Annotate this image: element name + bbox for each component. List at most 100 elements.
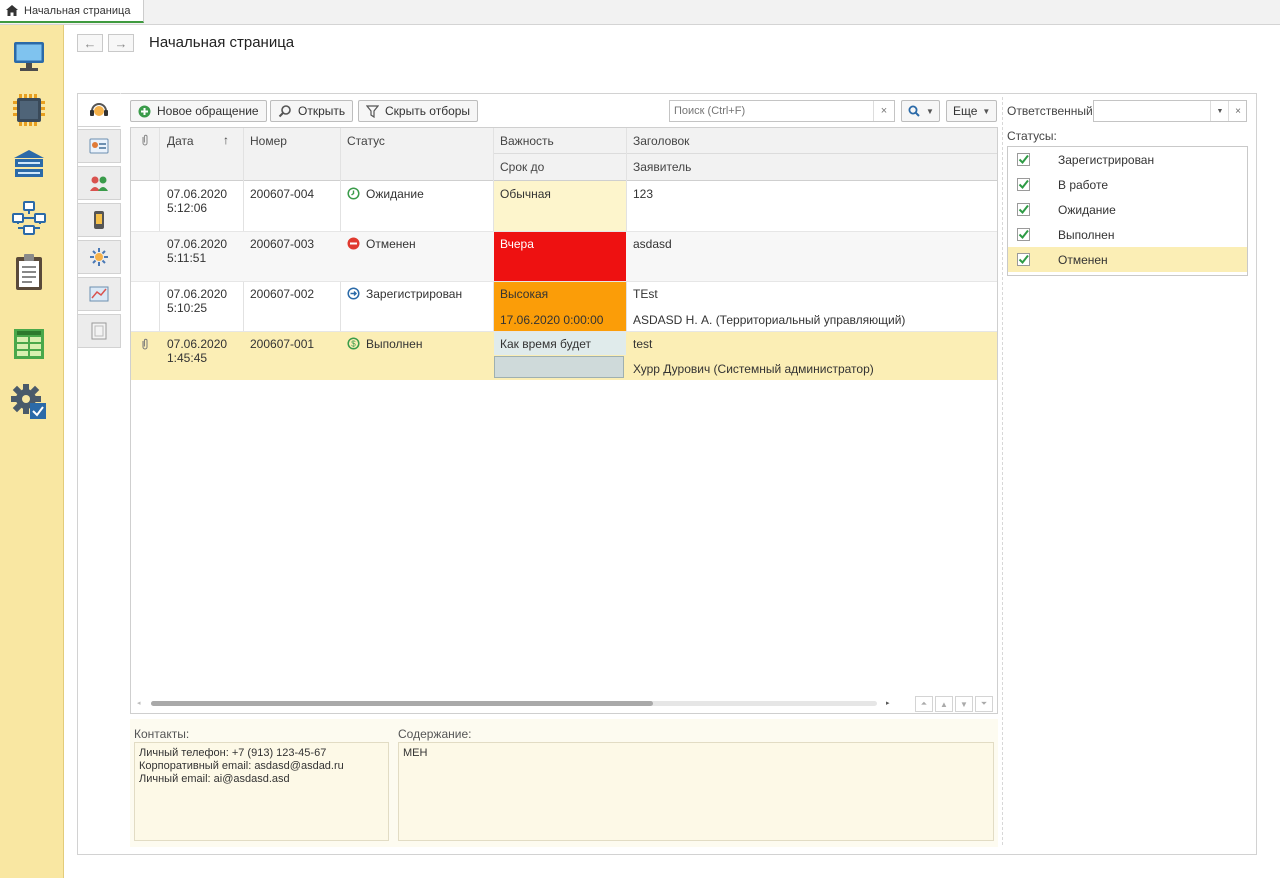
- column-header-applicant[interactable]: Заявитель: [633, 160, 691, 174]
- row-importance: Вчера: [500, 237, 534, 251]
- search-clear-button[interactable]: ×: [873, 101, 894, 121]
- table-row[interactable]: 07.06.2020 5:12:06 200607-004 Ожидание О…: [131, 181, 997, 231]
- document-icon: [91, 322, 107, 340]
- more-label: Еще: [953, 104, 978, 118]
- requests-table[interactable]: Дата ↑ Номер Статус Важность Заголовок С…: [130, 127, 998, 714]
- horizontal-scrollbar[interactable]: ◂ ▸ ⏶ ▲ ▼ ⏷: [131, 695, 997, 713]
- row-importance: Как время будет: [500, 337, 592, 351]
- dollar-circle-icon: $: [347, 337, 360, 353]
- clipboard-icon[interactable]: [10, 253, 48, 291]
- chip-icon[interactable]: [10, 91, 48, 129]
- bank-icon[interactable]: [10, 145, 48, 183]
- new-request-button[interactable]: Новое обращение: [130, 100, 267, 122]
- row-importance: Высокая: [500, 287, 549, 301]
- contacts-line: Личный телефон: +7 (913) 123-45-67: [139, 747, 327, 759]
- column-header-number[interactable]: Номер: [250, 134, 287, 148]
- chevron-down-icon: ▼: [926, 106, 934, 116]
- status-item-in-progress[interactable]: В работе: [1008, 172, 1247, 197]
- tab-home[interactable]: Начальная страница: [0, 0, 144, 23]
- search-input[interactable]: [670, 101, 875, 121]
- status-label: Выполнен: [366, 337, 423, 352]
- tab-4[interactable]: [77, 203, 121, 237]
- scroll-to-top-icon[interactable]: ⏶: [915, 696, 933, 712]
- forward-button[interactable]: →: [108, 34, 134, 52]
- checkbox-cancelled[interactable]: [1017, 253, 1030, 266]
- row-time: 1:45:45: [167, 351, 208, 365]
- scroll-left-icon[interactable]: ◂: [137, 699, 141, 707]
- attachment-column-icon[interactable]: [141, 134, 149, 149]
- column-header-importance[interactable]: Важность: [500, 134, 554, 148]
- status-filter-list[interactable]: Зарегистрирован В работе Ожидание Выполн…: [1007, 146, 1248, 276]
- status-label: Зарегистрирован: [366, 287, 463, 302]
- checkbox-in-progress[interactable]: [1017, 178, 1030, 191]
- status-item-waiting[interactable]: Ожидание: [1008, 197, 1247, 222]
- row-number: 200607-004: [250, 187, 315, 201]
- status-item-label: Выполнен: [1058, 227, 1115, 242]
- table-row[interactable]: 07.06.2020 5:10:25 200607-002 Зарегистри…: [131, 282, 997, 331]
- status-item-registered[interactable]: Зарегистрирован: [1008, 147, 1247, 172]
- search-field[interactable]: ×: [669, 100, 895, 122]
- checkbox-done[interactable]: [1017, 228, 1030, 241]
- responsible-label: Ответственный:: [1007, 104, 1097, 118]
- status-item-done[interactable]: Выполнен: [1008, 222, 1247, 247]
- status-item-label: В работе: [1058, 177, 1109, 192]
- funnel-icon: [366, 104, 379, 118]
- sort-ascending-icon[interactable]: ↑: [223, 133, 229, 147]
- monitor-icon[interactable]: [10, 37, 48, 75]
- column-header-subject[interactable]: Заголовок: [633, 134, 689, 148]
- hide-filters-button[interactable]: Скрыть отборы: [358, 100, 479, 122]
- tab-7[interactable]: [77, 314, 121, 348]
- checkbox-waiting[interactable]: [1017, 203, 1030, 216]
- row-deadline: 17.06.2020 0:00:00: [500, 313, 604, 327]
- scroll-thumb[interactable]: [151, 701, 653, 706]
- row-applicant: ASDASD Н. А. (Территориальный управляющи…: [633, 313, 906, 327]
- gear-icon[interactable]: [10, 383, 48, 421]
- chevron-down-icon[interactable]: ▼: [1210, 101, 1229, 121]
- row-subject: test: [633, 337, 653, 351]
- close-icon: ×: [880, 105, 888, 117]
- responsible-field[interactable]: ▼ ×: [1093, 100, 1247, 122]
- row-subject: TEst: [633, 287, 658, 301]
- status-item-cancelled[interactable]: Отменен: [1008, 247, 1247, 272]
- row-number: 200607-001: [250, 337, 315, 351]
- arrow-circle-icon: [347, 287, 360, 303]
- tab-3[interactable]: [77, 166, 121, 200]
- scroll-to-bottom-icon[interactable]: ⏷: [975, 696, 993, 712]
- tab-5[interactable]: [77, 240, 121, 274]
- scroll-right-icon[interactable]: ▸: [886, 699, 890, 707]
- paperclip-icon[interactable]: [141, 338, 149, 353]
- row-date: 07.06.2020: [167, 337, 228, 351]
- network-icon[interactable]: [10, 199, 48, 237]
- deadline-cell-editing[interactable]: [494, 356, 624, 378]
- table-icon[interactable]: [10, 325, 48, 363]
- scroll-down-icon[interactable]: ▼: [955, 696, 973, 712]
- column-header-status[interactable]: Статус: [347, 134, 385, 148]
- scroll-up-icon[interactable]: ▲: [935, 696, 953, 712]
- content-box[interactable]: МЕН: [398, 742, 994, 841]
- column-header-deadline[interactable]: Срок до: [500, 160, 544, 174]
- close-icon[interactable]: ×: [1228, 101, 1247, 121]
- new-request-label: Новое обращение: [157, 104, 259, 118]
- back-button[interactable]: ←: [77, 34, 103, 52]
- tab-6[interactable]: [77, 277, 121, 311]
- open-button[interactable]: Открыть: [270, 100, 354, 122]
- checkbox-registered[interactable]: [1017, 153, 1030, 166]
- search-button[interactable]: ▼: [901, 100, 940, 122]
- report-icon: [89, 286, 109, 302]
- table-row-selected[interactable]: 07.06.2020 1:45:45 200607-001 $ Выполнен …: [131, 332, 997, 380]
- search-icon: [908, 105, 920, 117]
- page-title: Начальная страница: [149, 34, 295, 51]
- row-number: 200607-003: [250, 237, 315, 251]
- contacts-label: Контакты:: [134, 727, 190, 741]
- open-label: Открыть: [298, 104, 346, 118]
- tab-support-requests[interactable]: [77, 93, 121, 127]
- more-button[interactable]: Еще ▼: [946, 100, 997, 122]
- hide-filters-label: Скрыть отборы: [385, 104, 471, 118]
- frame-bottom-border: [121, 854, 1257, 855]
- table-row[interactable]: 07.06.2020 5:11:51 200607-003 Отменен Вч…: [131, 232, 997, 281]
- column-header-date[interactable]: Дата: [167, 134, 194, 148]
- row-date: 07.06.2020: [167, 287, 228, 301]
- row-status: Зарегистрирован: [347, 287, 462, 303]
- contacts-box[interactable]: Личный телефон: +7 (913) 123-45-67 Корпо…: [134, 742, 389, 841]
- tab-2[interactable]: [77, 129, 121, 163]
